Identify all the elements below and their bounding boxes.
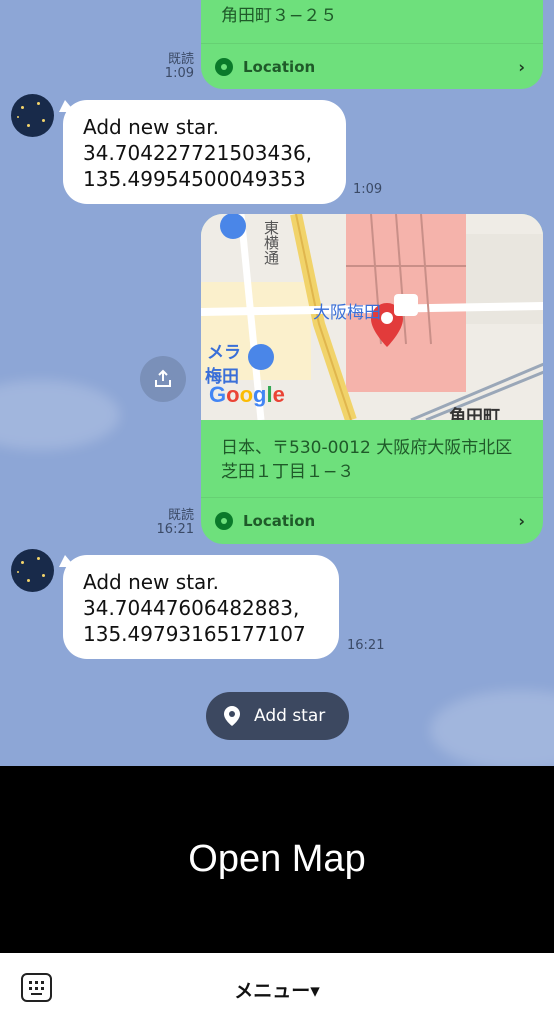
- location-address: 日本、〒530-0012 大阪府大阪市北区 芝田１丁目１−３: [221, 436, 512, 484]
- message-bubble[interactable]: Add new star. 34.70447606482883, 135.497…: [63, 555, 339, 659]
- add-star-button[interactable]: Add star: [206, 692, 349, 740]
- location-bubble[interactable]: 大阪梅田 角田町 メラ 梅田 東横通 Google 日本、〒530-0012 大…: [201, 214, 543, 544]
- map-label: 東横通: [262, 220, 280, 265]
- chat-area[interactable]: 角田町３−２５ Location › 既読 1:09 Add new star.…: [0, 0, 554, 766]
- message-time: 16:21: [347, 638, 385, 653]
- message-line: 34.704227721503436,: [83, 141, 313, 165]
- message-line: 135.49793165177107: [83, 622, 306, 646]
- add-star-label: Add star: [254, 706, 326, 726]
- cloud-decoration: [0, 380, 120, 450]
- bot-avatar[interactable]: [11, 549, 54, 592]
- location-link-label: Location: [243, 57, 316, 76]
- open-map-label: Open Map: [188, 838, 366, 880]
- message-meta: 既読 1:09: [165, 53, 194, 81]
- map-label: 角田町: [449, 407, 500, 420]
- read-status: 既読: [167, 52, 194, 67]
- share-icon: [155, 369, 171, 387]
- map-label: メラ: [207, 343, 241, 363]
- address-line: 日本、〒530-0012 大阪府大阪市北区: [221, 438, 513, 458]
- location-pin-icon: [215, 511, 233, 530]
- message-time: 16:21: [156, 522, 194, 537]
- message-time: 1:09: [164, 66, 194, 81]
- location-pin-icon: [215, 57, 233, 76]
- message-time: 1:09: [353, 182, 383, 197]
- location-pin-icon: [224, 706, 240, 726]
- message-meta: 既読 16:21: [157, 509, 194, 537]
- location-bubble[interactable]: 角田町３−２５ Location ›: [201, 0, 543, 89]
- location-link[interactable]: Location ›: [201, 43, 543, 89]
- cloud-decoration: [430, 690, 554, 766]
- location-address: 角田町３−２５: [221, 6, 338, 26]
- map-label: 大阪梅田: [313, 303, 381, 323]
- share-button[interactable]: [140, 356, 186, 402]
- menu-toggle[interactable]: メニュー▾: [0, 976, 554, 1003]
- message-line: 135.49954500049353: [83, 167, 306, 191]
- message-bubble[interactable]: Add new star. 34.704227721503436, 135.49…: [63, 100, 346, 204]
- location-link-label: Location: [243, 511, 316, 530]
- address-line: 芝田１丁目１−３: [221, 462, 355, 482]
- message-line: Add new star.: [83, 115, 220, 139]
- location-link[interactable]: Location ›: [201, 497, 543, 543]
- bot-avatar[interactable]: [11, 94, 54, 137]
- open-map-button[interactable]: Open Map: [0, 766, 554, 953]
- map-preview[interactable]: 大阪梅田 角田町 メラ 梅田 東横通 Google: [201, 214, 543, 420]
- read-status: 既読: [167, 508, 194, 523]
- message-line: Add new star.: [83, 570, 220, 594]
- chevron-right-icon: ›: [518, 511, 525, 530]
- chevron-right-icon: ›: [518, 57, 525, 76]
- google-logo: Google: [209, 382, 285, 407]
- message-line: 34.70447606482883,: [83, 596, 300, 620]
